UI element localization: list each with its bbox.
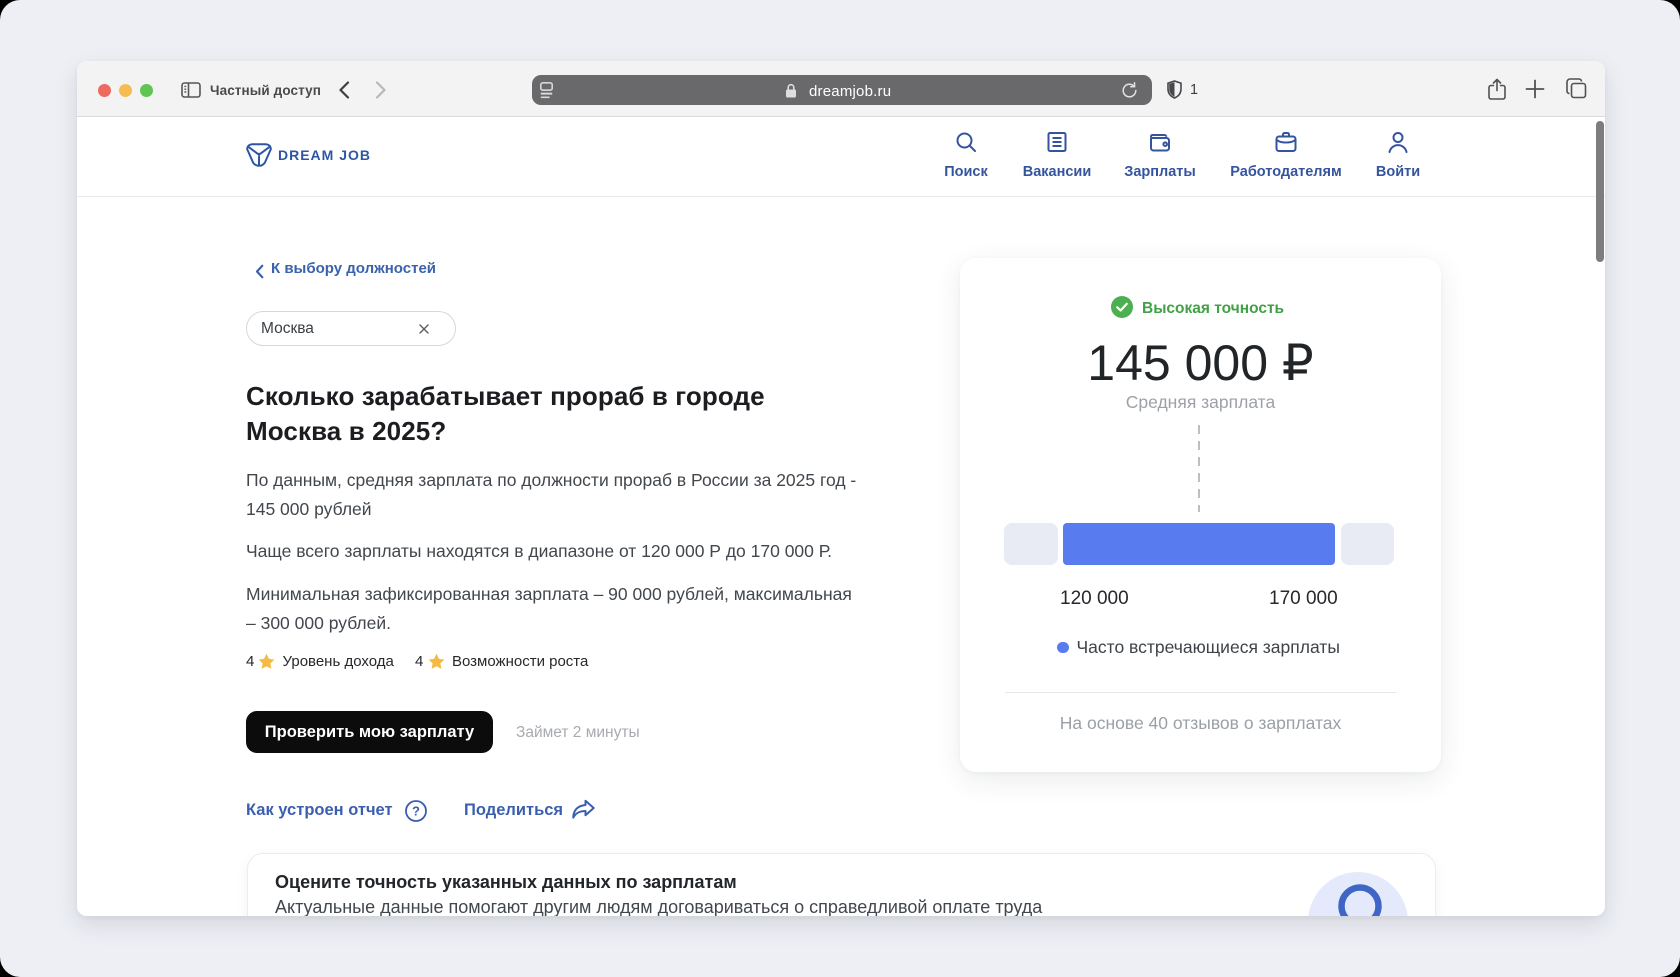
svg-text:?: ? (412, 803, 420, 818)
